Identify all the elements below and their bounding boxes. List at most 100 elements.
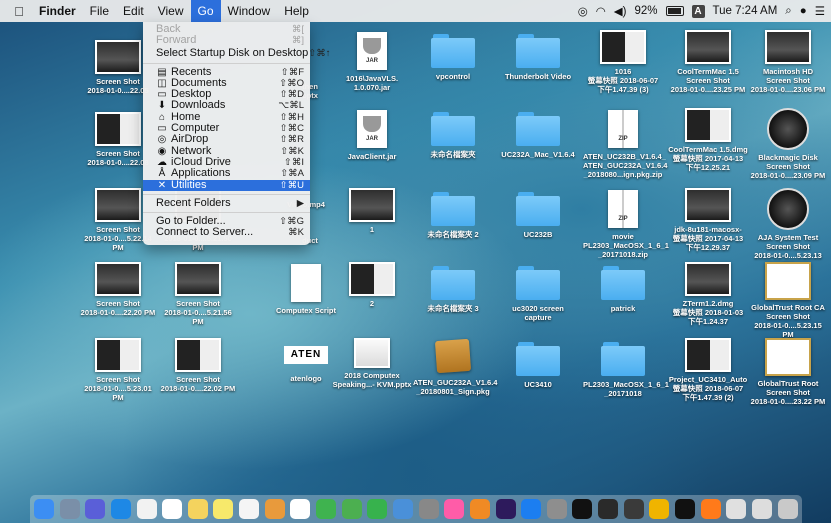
go-applications[interactable]: Å Applications ⇧⌘A (143, 167, 310, 179)
terminal-icon[interactable] (572, 499, 593, 519)
desktop-item[interactable]: vpcontrol (413, 30, 493, 81)
home-icon: ⌂ (158, 111, 166, 123)
desktop-item[interactable]: ZIP movie PL2303_MacOSX_1_6_1 _20171018.z… (583, 188, 669, 259)
menu-edit[interactable]: Edit (116, 0, 151, 22)
go-select-startup-disk[interactable]: Select Startup Disk on Desktop ⇧⌘↑ (143, 47, 330, 60)
input-source-icon[interactable]: A (691, 4, 705, 18)
numbers-icon[interactable] (316, 499, 337, 519)
desktop-item[interactable]: ZIP ATEN_UC232B_V1.6.4_ ATEN_GUC232A_V1.6… (583, 108, 667, 179)
reminders-icon[interactable] (239, 499, 260, 519)
maps-icon[interactable] (392, 499, 413, 519)
go-utilities[interactable]: ✕ Utilities ⇧⌘U (143, 179, 310, 191)
desktop-item[interactable]: ATEN_GUC232A_V1.6.4 _20180801_Sign.pkg (413, 338, 497, 396)
volume-icon[interactable]: ◀) (614, 4, 627, 18)
siri-icon[interactable] (85, 499, 106, 519)
notes-icon[interactable] (187, 499, 208, 519)
wifi-icon[interactable]: ◠ (596, 4, 606, 18)
facetime-icon[interactable] (367, 499, 388, 519)
desktop-item[interactable]: UC232A_Mac_V1.6.4 (498, 108, 578, 159)
spotlight-icon[interactable]: ⌕ (785, 5, 791, 18)
desktop-item[interactable]: uc3020 screen capture (498, 262, 578, 322)
menu-help[interactable]: Help (277, 0, 316, 22)
desktop-item[interactable]: 1 (332, 188, 412, 234)
menu-separator (143, 62, 310, 64)
desktop-item[interactable]: PL2303_MacOSX_1_6_1 _20171018 (583, 338, 669, 398)
menu-view[interactable]: View (151, 0, 191, 22)
go-forward[interactable]: Forward ⌘] (143, 34, 310, 46)
go-desktop[interactable]: ▭ Desktop ⇧⌘D (143, 88, 310, 100)
stickies-icon[interactable] (213, 499, 234, 519)
desktop-item[interactable]: JAR JavaClient.jar (332, 108, 412, 161)
menu-go[interactable]: Go (190, 0, 221, 22)
desktop-item[interactable]: Screen Shot 2018-01-0....5.23.01 PM (78, 338, 158, 402)
computer-icon: ▭ (157, 123, 167, 135)
ibooks-icon[interactable] (469, 499, 490, 519)
go-airdrop[interactable]: ◎ AirDrop ⇧⌘R (143, 134, 310, 146)
desktop-item-label: uc3020 screen capture (512, 304, 564, 322)
siri-icon[interactable]: ● (800, 5, 807, 17)
menu-window[interactable]: Window (221, 0, 278, 22)
safari-icon[interactable] (110, 499, 131, 519)
go-recent-folders[interactable]: Recent Folders ▶ (143, 197, 310, 209)
finder-icon[interactable] (34, 499, 54, 519)
desktop-item[interactable]: Screen Shot 2018-01-0....22.20 PM (78, 262, 158, 317)
desktop-item[interactable]: 未命名檔案夾 2 (413, 188, 493, 239)
menu-app-finder[interactable]: Finder (32, 0, 83, 22)
battery-percent[interactable]: 92% (634, 5, 657, 17)
trash-icon[interactable] (777, 499, 798, 519)
menu-file[interactable]: File (83, 0, 116, 22)
documents-stack-icon[interactable] (751, 499, 772, 519)
launchpad-icon[interactable] (59, 499, 80, 519)
battery-icon[interactable] (665, 6, 684, 16)
photos-icon[interactable] (136, 499, 157, 519)
go-computer[interactable]: ▭ Computer ⇧⌘C (143, 122, 310, 135)
desktop-item[interactable]: Thunderbolt Video (498, 30, 578, 81)
terminal2-icon[interactable] (675, 499, 696, 519)
lens-icon[interactable] (418, 499, 439, 519)
desktop-item[interactable]: Screen Shot 2018-01-0....22.02 PM (158, 338, 238, 393)
firefox-icon[interactable] (700, 499, 721, 519)
desktop-item[interactable]: GlobalTrust Root CA Screen Shot 2018-01-… (748, 262, 828, 339)
books-icon[interactable] (264, 499, 285, 519)
itunes-icon[interactable] (444, 499, 465, 519)
desktop-item[interactable]: Macintosh HD Screen Shot 2018-01-0....23… (748, 30, 828, 94)
desktop-item[interactable]: Blackmagic Disk Screen Shot 2018-01-0...… (748, 108, 828, 180)
desktop-item[interactable]: Screen Shot 2018-01-0....5.21.56 PM (158, 262, 238, 326)
desktop-item[interactable]: Project_UC3410_Auto 螢幕快照 2018-06-07 下午1.… (668, 338, 748, 402)
photos-app-icon[interactable] (290, 499, 311, 519)
desktop-item[interactable]: 未命名檔案夾 (413, 108, 493, 159)
grapher-icon[interactable] (598, 499, 619, 519)
go-downloads[interactable]: ⬇ Downloads ⌥⌘L (143, 100, 310, 112)
screenshot-thumbnail (600, 30, 646, 64)
downloads-stack-icon[interactable] (726, 499, 747, 519)
calendar-icon[interactable] (162, 499, 183, 519)
go-documents[interactable]: ◫ Documents ⇧⌘O (143, 77, 310, 89)
go-connect-to-server[interactable]: Connect to Server... ⌘K (143, 227, 310, 239)
desktop-item[interactable]: 2 (332, 262, 412, 308)
desktop-item[interactable]: AJA System Test Screen Shot 2018-01-0...… (748, 188, 828, 269)
appstore-icon[interactable] (521, 499, 542, 519)
desktop-item[interactable]: patrick (583, 262, 663, 313)
desktop-item[interactable]: UC3410 (498, 338, 578, 389)
messages-icon[interactable] (341, 499, 362, 519)
documents-icon: ◫ (157, 77, 167, 89)
obs-icon[interactable] (623, 499, 644, 519)
desktop-item[interactable]: JAR 1016\JavaVLS. 1.0.070.jar (332, 30, 412, 92)
desktop-item[interactable]: 1016 螢幕快照 2018-06-07 下午1.47.39 (3) (583, 30, 663, 94)
screen-record-icon[interactable]: ◎ (578, 4, 588, 18)
desktop-item[interactable]: jdk-8u181-macosx- 螢幕快照 2017-04-13 下午12.2… (668, 188, 748, 252)
preferences-icon[interactable] (546, 499, 567, 519)
desktop-item[interactable]: 未命名檔案夾 3 (413, 262, 493, 313)
clock[interactable]: Tue 7:24 AM (713, 5, 778, 17)
desktop-item[interactable]: CoolTermMac 1.5 Screen Shot 2018-01-0...… (668, 30, 748, 94)
apple-menu-icon[interactable]:  (6, 4, 32, 19)
notification-center-icon[interactable]: ☰ (815, 4, 825, 18)
desktop-item[interactable]: CoolTermMac 1.5.dmg 螢幕快照 2017-04-13 下午12… (668, 108, 748, 172)
desktop-item[interactable]: UC232B (498, 188, 578, 239)
go-home[interactable]: ⌂ Home ⇧⌘H (143, 111, 310, 123)
desktop-item[interactable]: GlobalTrust Root Screen Shot 2018-01-0..… (748, 338, 828, 406)
chrome-icon[interactable] (649, 499, 670, 519)
desktop-item[interactable]: 2018 Computex Speaking...- KVM.pptx (332, 338, 412, 389)
premiere-icon[interactable] (495, 499, 516, 519)
desktop-item[interactable]: ZTerm1.2.dmg 螢幕快照 2018-01-03 下午1.24.37 (668, 262, 748, 326)
